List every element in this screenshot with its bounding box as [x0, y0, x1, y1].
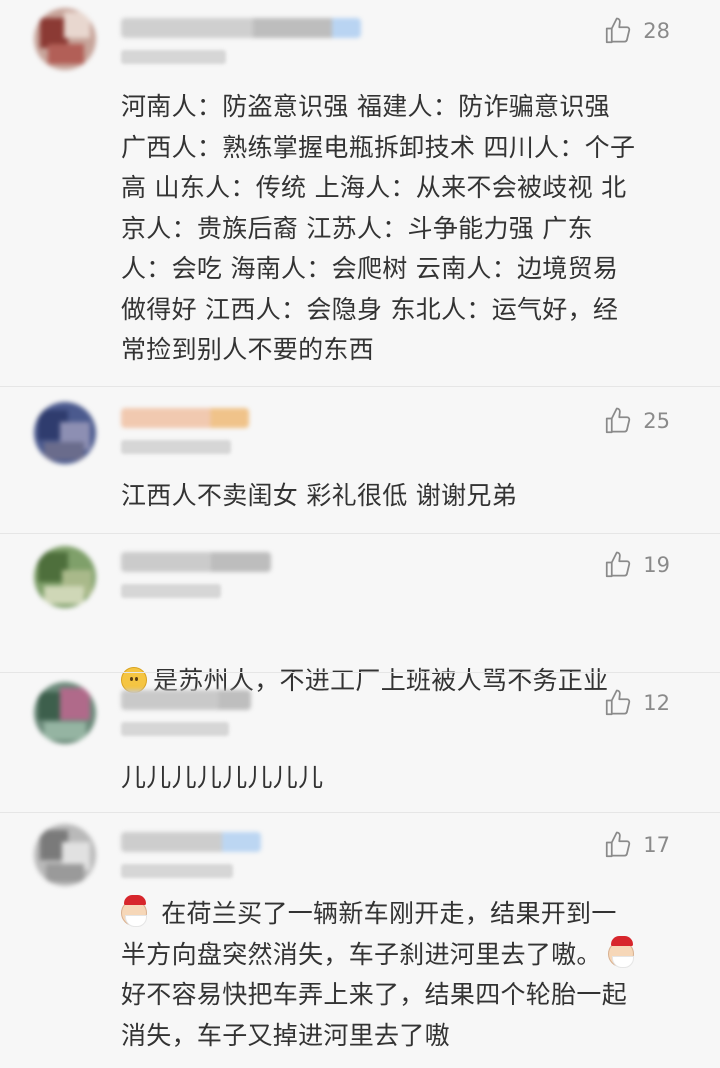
comment-feed: 28 河南人：防盗意识强 福建人：防诈骗意识强 广西人：熟练掌握电瓶拆卸技术 四… [0, 0, 720, 1068]
like-count: 17 [643, 833, 670, 857]
thumbs-up-icon [606, 551, 631, 578]
comment-divider [0, 386, 720, 387]
comment-header: 25 [121, 398, 698, 454]
comment-meta-blurred [121, 440, 231, 454]
like-count: 25 [643, 409, 670, 433]
comment-meta-blurred [121, 584, 221, 598]
like-count: 12 [643, 691, 670, 715]
comment-meta-blurred [121, 864, 233, 878]
thumbs-up-icon [606, 689, 631, 716]
user-avatar-icon[interactable] [34, 8, 96, 70]
comment-item: 17 在荷兰买了一辆新车刚开走，结果开到一 半方向盘突然消失，车子刹进河里去了嗷… [0, 822, 720, 1056]
comment-meta-blurred [121, 50, 226, 64]
like-button[interactable]: 25 [603, 406, 670, 436]
like-button[interactable]: 17 [603, 830, 670, 860]
like-count: 28 [643, 19, 670, 43]
comment-item: 12 儿儿儿儿儿儿儿儿 [0, 680, 720, 799]
comment-item: 19 是苏州人，不进工厂上班被人骂不务正业 [0, 542, 720, 701]
comment-text: 在荷兰买了一辆新车刚开走，结果开到一 半方向盘突然消失，车子刹进河里去了嗷。 好… [121, 894, 698, 1056]
comment-item: 28 河南人：防盗意识强 福建人：防诈骗意识强 广西人：熟练掌握电瓶拆卸技术 四… [0, 0, 720, 371]
comment-header: 17 [121, 822, 698, 878]
comment-divider [0, 533, 720, 534]
comment-header: 19 [121, 542, 698, 598]
comment-header: 28 [121, 8, 698, 64]
comment-header: 12 [121, 680, 698, 736]
comment-text: 江西人不卖闺女 彩礼很低 谢谢兄弟 [121, 481, 517, 510]
like-button[interactable]: 12 [603, 688, 670, 718]
user-avatar-icon[interactable] [34, 402, 96, 464]
comment-text: 河南人：防盗意识强 福建人：防诈骗意识强 广西人：熟练掌握电瓶拆卸技术 四川人：… [121, 92, 636, 364]
comment-item: 25 江西人不卖闺女 彩礼很低 谢谢兄弟 [0, 398, 720, 517]
santa-emoji-icon [121, 895, 147, 927]
user-avatar-icon[interactable] [34, 824, 96, 886]
username-blurred[interactable] [121, 18, 361, 38]
username-blurred[interactable] [121, 690, 251, 710]
thumbs-up-icon [606, 831, 631, 858]
comment-text-body-part1: 在荷兰买了一辆新车刚开走，结果开到一 半方向盘突然消失，车子刹进河里去了嗷。 [121, 899, 617, 969]
comment-text: 儿儿儿儿儿儿儿儿 [121, 763, 324, 792]
username-blurred[interactable] [121, 408, 249, 428]
like-button[interactable]: 28 [603, 16, 670, 46]
like-button[interactable]: 19 [603, 550, 670, 580]
username-blurred[interactable] [121, 832, 261, 852]
comment-meta-blurred [121, 722, 229, 736]
comment-text-body-part2: 好不容易快把车弄上来了，结果四个轮胎一起 消失，车子又掉进河里去了嗷 [121, 980, 628, 1050]
like-count: 19 [643, 553, 670, 577]
comment-divider [0, 812, 720, 813]
user-avatar-icon[interactable] [34, 682, 96, 744]
username-blurred[interactable] [121, 552, 271, 572]
thumbs-up-icon [606, 17, 631, 44]
santa-emoji-icon [607, 935, 634, 968]
user-avatar-icon[interactable] [34, 546, 96, 608]
thumbs-up-icon [606, 407, 631, 434]
comment-divider [0, 672, 720, 673]
